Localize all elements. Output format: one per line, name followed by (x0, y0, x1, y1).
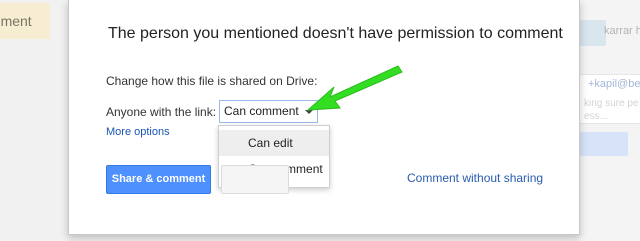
background-document-chip: ocument (0, 3, 50, 39)
arrow-pointer-icon (306, 65, 403, 111)
commenter-name: karrar h (604, 25, 640, 37)
background-left-panel: ocument (0, 0, 68, 241)
select-value: Can comment (224, 104, 299, 118)
background-comments-panel: karrar h +kapil@be king sure pe ess... (578, 0, 640, 241)
comment-without-sharing-link[interactable]: Comment without sharing (407, 171, 543, 185)
share-instructions: Change how this file is shared on Drive: (106, 74, 318, 88)
avatar (580, 20, 606, 46)
faded-text-line: king sure pe (584, 98, 639, 109)
faded-comment-button (580, 132, 628, 156)
dialog-title: The person you mentioned doesn't have pe… (108, 25, 563, 42)
link-access-label: Anyone with the link: (106, 105, 217, 119)
menu-item-label: Can edit (248, 136, 293, 150)
cancel-button[interactable] (221, 165, 289, 194)
share-and-comment-button[interactable]: Share & comment (106, 165, 211, 194)
menu-item-can-edit[interactable]: Can edit (219, 130, 329, 156)
mention-text: +kapil@be (588, 78, 640, 90)
faded-text-line: ess... (584, 111, 608, 122)
more-options-link[interactable]: More options (106, 126, 170, 138)
